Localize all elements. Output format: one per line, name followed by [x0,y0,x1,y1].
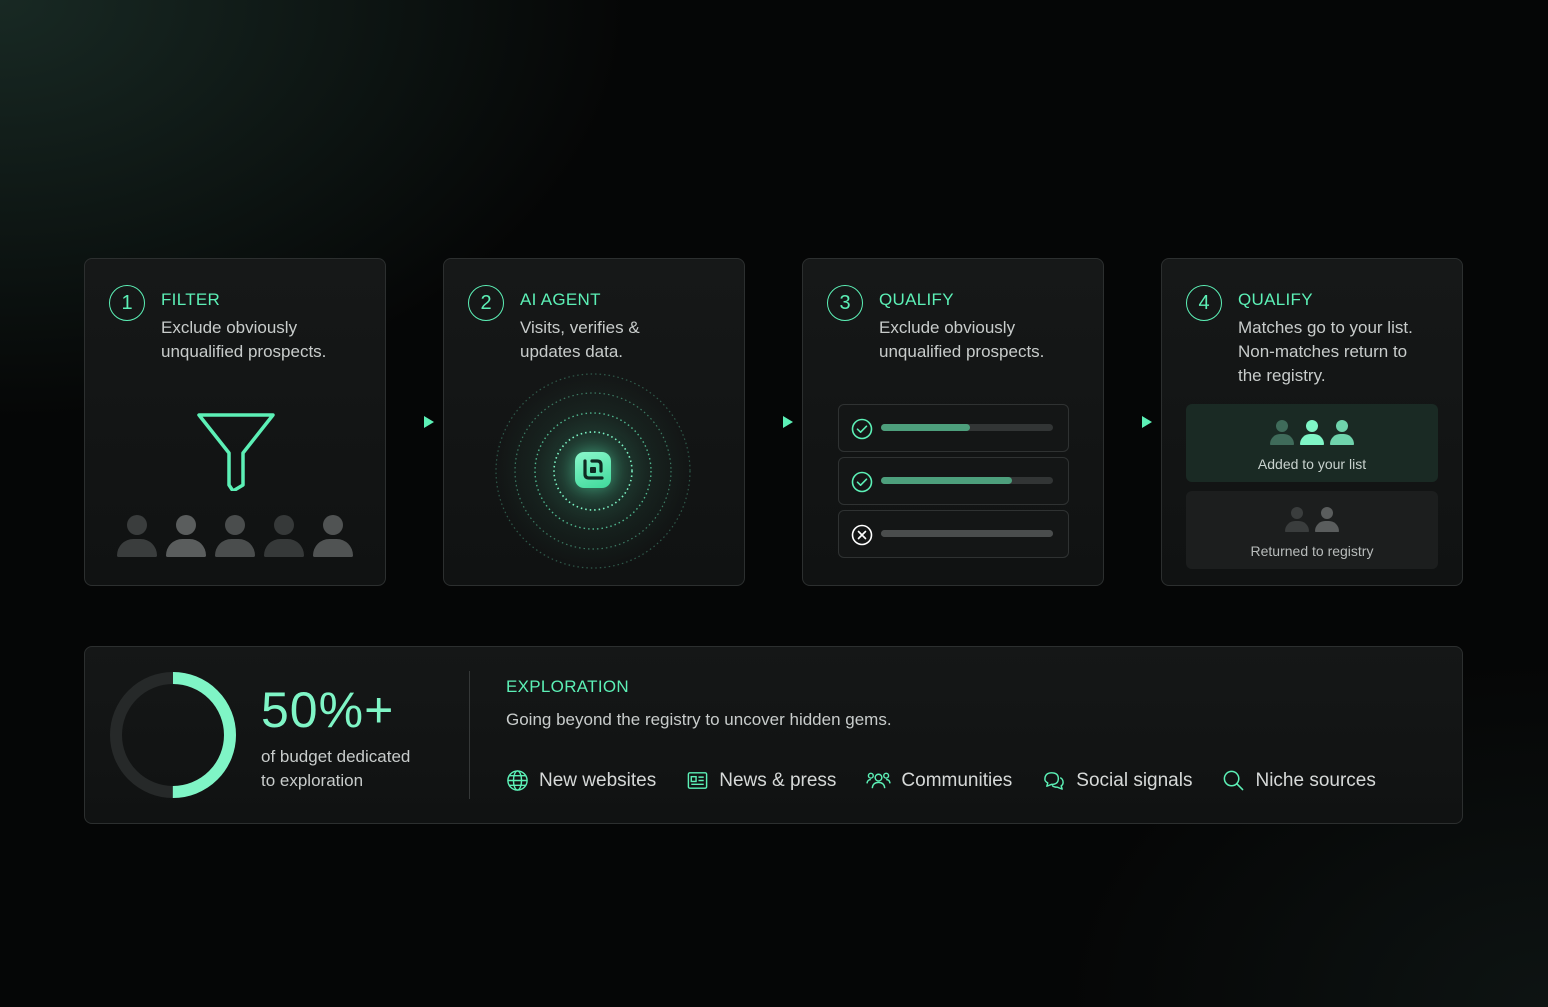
qualify-progress-fill [881,424,971,431]
source-social-signals: Social signals [1042,769,1192,792]
check-circle-icon [851,418,873,440]
step-title: QUALIFY [1238,290,1313,309]
qualify-progress-track [881,424,1053,431]
matched-people-icons [1186,418,1438,446]
divider [469,671,470,799]
exploration-title: EXPLORATION [506,677,629,696]
step-title: FILTER [161,290,221,309]
step-number: 2 [468,285,504,321]
person-icon [264,513,304,559]
search-icon [1224,770,1244,791]
person-icon [313,513,353,559]
source-niche-sources: Niche sources [1222,769,1376,792]
person-icon [215,513,255,559]
step-card-filter: 1 FILTER Exclude obviously unqualified p… [84,258,386,586]
x-circle-icon [851,524,873,546]
exploration-panel: 50%+ of budget dedicated to exploration … [84,646,1463,824]
step-description: Matches go to your list. Non-matches ret… [1238,318,1413,385]
step-description: Visits, verifies & updates data. [520,318,640,361]
person-icon [166,513,206,559]
funnel-icon [197,413,275,491]
arrow-right-icon [396,416,434,428]
person-icon [1270,418,1294,446]
source-new-websites: New websites [506,769,656,792]
exploration-description: Going beyond the registry to uncover hid… [506,710,892,729]
step-number: 3 [827,285,863,321]
step-number: 1 [109,285,145,321]
qualify-row [838,404,1069,452]
source-communities: Communities [866,769,1012,792]
step-number: 4 [1186,285,1222,321]
source-label: New websites [539,769,657,791]
returned-to-registry-label: Returned to registry [1250,543,1374,559]
step-card-ai-agent: 2 AI AGENT Visits, verifies & updates da… [443,258,745,586]
budget-donut-chart [110,672,236,798]
budget-stat-label: of budget dedicated to exploration [261,747,411,790]
qualify-progress-track [881,530,1053,537]
returned-people-icons [1186,505,1438,533]
arrow-right-icon [1114,416,1152,428]
step-card-qualify: 3 QUALIFY Exclude obviously unqualified … [802,258,1104,586]
globe-icon [507,770,528,791]
person-icon [1285,505,1309,533]
exploration-sources: New websites News & press Communities So… [506,769,1376,792]
source-news-press: News & press [686,769,836,792]
qualify-progress-fill [881,477,1012,484]
person-icon [1300,418,1324,446]
arrow-right-icon [755,416,793,428]
added-to-list-label: Added to your list [1257,456,1367,472]
ai-agent-logo-icon [575,452,611,488]
check-circle-icon [851,471,873,493]
people-icon [866,772,892,789]
person-icon [117,513,157,559]
qualify-progress-track [881,477,1053,484]
person-icon [1315,505,1339,533]
chat-bubbles-icon [1044,772,1065,790]
step-description: Exclude obviously unqualified prospects. [161,318,327,361]
person-icon [1330,418,1354,446]
source-label: Niche sources [1255,769,1376,791]
step-title: AI AGENT [520,290,601,309]
step-description: Exclude obviously unqualified prospects. [879,318,1045,361]
qualify-row [838,510,1069,558]
budget-stat: 50%+ [261,682,395,738]
step-title: QUALIFY [879,290,954,309]
source-label: News & press [719,769,837,791]
qualify-progress-fill [881,530,1053,537]
step-card-outcome: 4 QUALIFY Matches go to your list. Non-m… [1161,258,1463,586]
source-label: Communities [901,769,1013,791]
newspaper-icon [687,772,708,789]
source-label: Social signals [1076,769,1193,791]
added-to-list-box: Added to your list [1186,404,1438,482]
prospects-row [117,513,353,559]
returned-to-registry-box: Returned to registry [1186,491,1438,569]
qualify-row [838,457,1069,505]
